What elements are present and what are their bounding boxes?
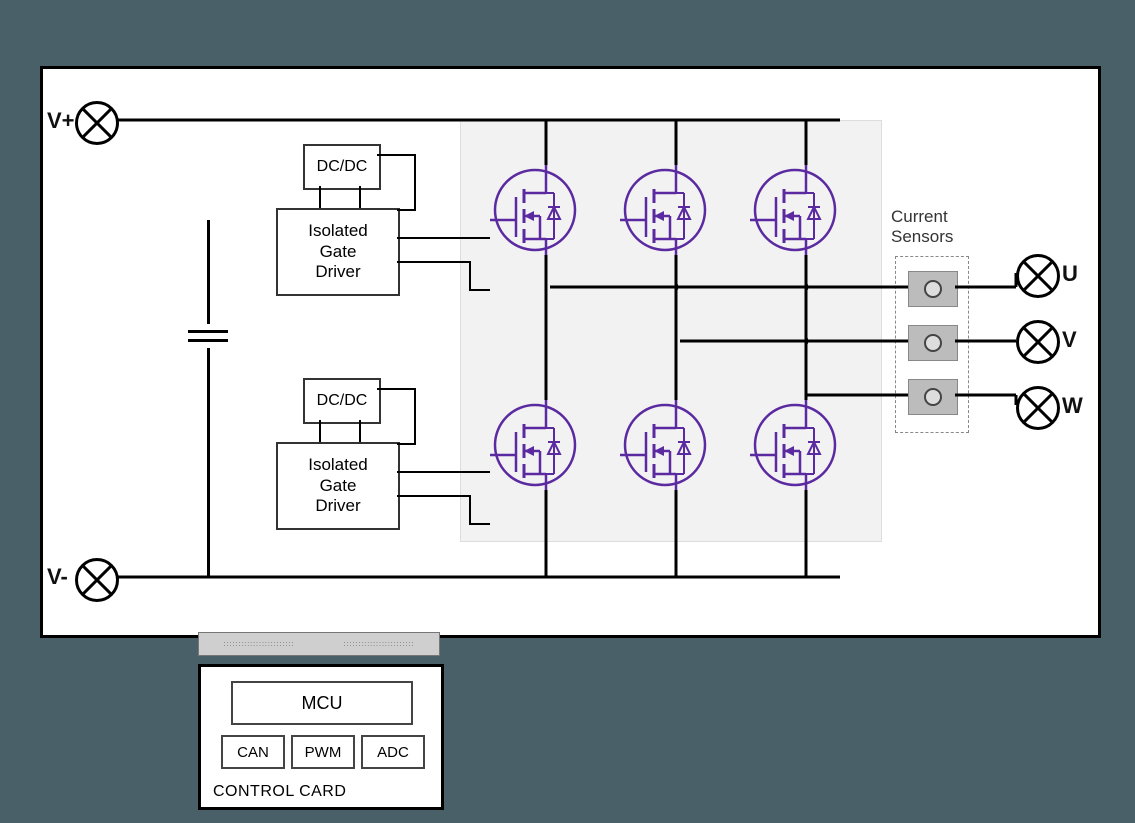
periph-pwm: PWM <box>291 735 355 769</box>
gate-driver-high-label: Isolated Gate Driver <box>308 221 368 282</box>
terminal-u <box>1016 254 1060 298</box>
control-card: MCU CAN PWM ADC CONTROL CARD <box>198 664 444 810</box>
edge-connector: ::::::::::::::::::::::::::::::::::::::::… <box>198 632 440 656</box>
label-v-plus: V+ <box>47 108 75 134</box>
periph-can: CAN <box>221 735 285 769</box>
terminal-v-plus <box>75 101 119 145</box>
mosfet-q3 <box>620 165 710 255</box>
mcu-block: MCU <box>231 681 413 725</box>
mosfet-q1 <box>490 165 580 255</box>
gate-driver-low: Isolated Gate Driver <box>276 442 400 530</box>
label-v: V <box>1062 327 1077 353</box>
current-sensor-v <box>908 325 958 361</box>
control-card-title: CONTROL CARD <box>213 783 346 801</box>
current-sensors-group <box>895 256 969 433</box>
mosfet-q4 <box>620 400 710 490</box>
mcu-label: MCU <box>302 693 343 714</box>
gate-driver-high: Isolated Gate Driver <box>276 208 400 296</box>
current-sensor-w <box>908 379 958 415</box>
label-u: U <box>1062 261 1078 287</box>
mosfet-q6 <box>750 400 840 490</box>
current-sensor-u <box>908 271 958 307</box>
periph-adc: ADC <box>361 735 425 769</box>
mosfet-q2 <box>490 400 580 490</box>
mosfet-q5 <box>750 165 840 255</box>
gate-driver-low-label: Isolated Gate Driver <box>308 455 368 516</box>
terminal-v <box>1016 320 1060 364</box>
current-sensors-label: Current Sensors <box>891 207 953 246</box>
dcdc-low-label: DC/DC <box>317 392 368 410</box>
terminal-w <box>1016 386 1060 430</box>
dcdc-high: DC/DC <box>303 144 381 190</box>
dcdc-high-label: DC/DC <box>317 158 368 176</box>
label-w: W <box>1062 393 1083 419</box>
dcdc-low: DC/DC <box>303 378 381 424</box>
terminal-v-minus <box>75 558 119 602</box>
dc-link-capacitor <box>188 220 228 578</box>
label-v-minus: V- <box>47 564 68 590</box>
